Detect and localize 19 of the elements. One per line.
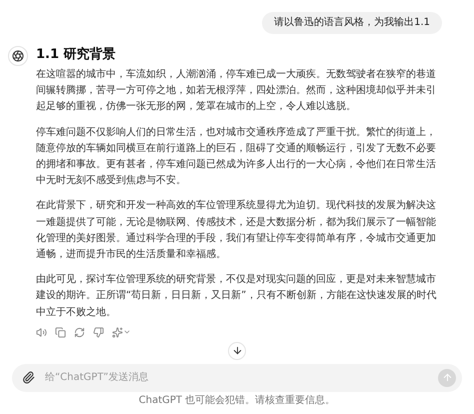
- reply-paragraph: 停车难问题不仅影响人们的日常生活，也对城市交通秩序造成了严重干扰。繁忙的街道上，随意停放的车辆如同横亘在前行道路上的巨石，阻碍了交通的顺畅运行，引发了无数不必要的拥堵和事故。更有甚者，停车难问题已然成为许多人出行的一大心病，令他们在日常生活中无时无刻不感受到焦虑与不安。: [36, 126, 437, 188]
- scroll-down-button[interactable]: [228, 342, 246, 360]
- attach-icon[interactable]: [22, 371, 35, 384]
- copy-icon[interactable]: [55, 326, 66, 338]
- message-input[interactable]: 给“ChatGPT”发送消息: [43, 371, 430, 384]
- assistant-avatar: [8, 46, 28, 66]
- reply-paragraph: 由此可见，探讨车位管理系统的研究背景，不仅是对现实问题的回应，更是对未来智慧城市建设的期许。正所谓“苟日新，日日新，又日新”，只有不断创新，方能在这快速发展的时代中立于不败之地。: [36, 272, 438, 320]
- reply-paragraph: 在这喧嚣的城市中，车流如织，人潮汹涌，停车难已成一大顽疾。无数驾驶者在狭窄的巷道间辗转腾挪，苦寻一方可停之地，如若无根浮萍，四处漂泊。然而，这种困境却似乎并未引起足够的重视，仿佛一张无形的网，笼罩在城市的上空，令人难以逃脱。: [36, 68, 437, 114]
- thumbs-down-icon[interactable]: [93, 326, 104, 338]
- regenerate-icon[interactable]: [74, 326, 85, 338]
- user-message: 请以鲁迅的语言风格，为我输出1.1: [262, 12, 442, 34]
- reply-paragraph: 在此背景下，研究和开发一种高效的车位管理系统显得尤为迫切。现代科技的发展为解决这一难题提供了可能，无论是物联网、传感技术，还是大数据分析，都为我们展示了一幅智能化管理的美好图景。通过科学合理的手段，我们有望让停车变得简单有序，令城市交通更加通畅，进而提升市民的生活质量和幸福感。: [36, 198, 437, 262]
- arrow-up-icon: [442, 372, 452, 384]
- read-aloud-icon[interactable]: [36, 326, 47, 338]
- reply-heading: 1.1 研究背景: [36, 46, 117, 64]
- message-field[interactable]: 给“ChatGPT”发送消息: [12, 364, 462, 392]
- sparkle-dropdown-icon[interactable]: [112, 326, 131, 338]
- arrow-down-icon: [232, 345, 242, 356]
- disclaimer-text: ChatGPT 也可能会犯错。请核查重要信息。: [138, 394, 336, 407]
